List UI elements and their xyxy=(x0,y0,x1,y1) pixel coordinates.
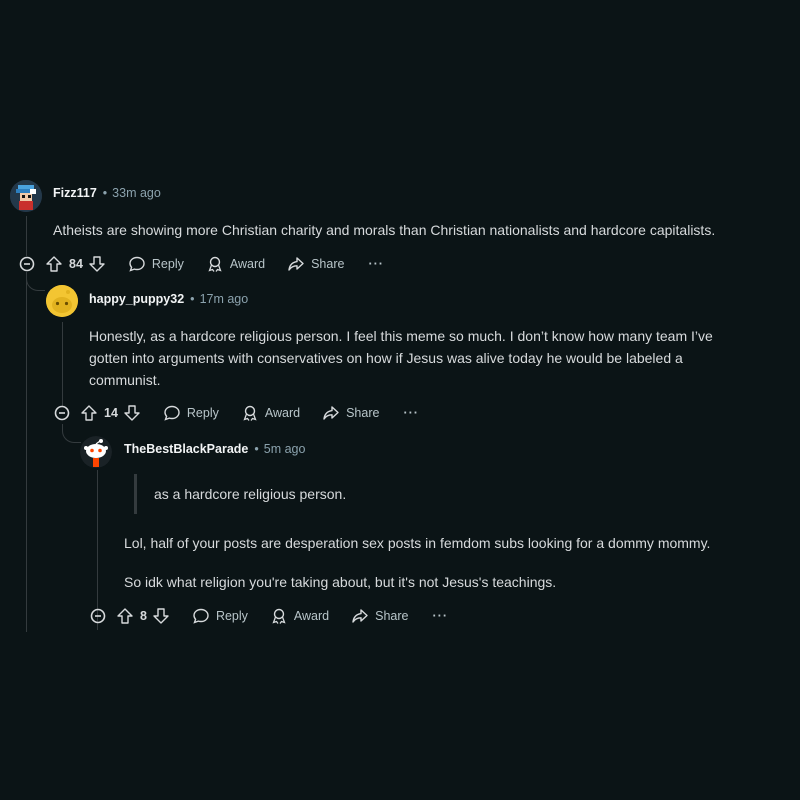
thread-line-level-1-lower[interactable] xyxy=(26,272,27,632)
vote-count: 14 xyxy=(104,406,118,420)
avatar[interactable] xyxy=(80,436,112,468)
share-arrow-icon xyxy=(323,406,339,420)
comment-meta: Fizz117 • 33m ago xyxy=(53,186,161,200)
award-label: Award xyxy=(229,257,266,271)
comment-body: Lol, half of your posts are desperation … xyxy=(124,532,794,593)
comment-text: Atheists are showing more Christian char… xyxy=(53,222,716,238)
comment-meta: happy_puppy32 • 17m ago xyxy=(89,292,248,306)
share-button[interactable]: Share xyxy=(322,404,379,422)
award-label: Award xyxy=(264,406,301,420)
comment-action-bar: 84 Reply Award Share ··· xyxy=(19,252,384,276)
comment-paragraph: Lol, half of your posts are desperation … xyxy=(124,535,711,551)
thread-line-level-2[interactable] xyxy=(62,322,63,406)
comment-thread: Fizz117 • 33m ago Atheists are showing m… xyxy=(0,0,800,800)
comment-meta: TheBestBlackParade • 5m ago xyxy=(124,442,305,456)
collapse-button[interactable] xyxy=(19,256,35,272)
share-label: Share xyxy=(346,406,380,420)
comment-action-bar: 8 Reply Award Share ··· xyxy=(90,604,448,628)
collapse-button[interactable] xyxy=(90,608,106,624)
reply-label: Reply xyxy=(186,406,219,420)
upvote-arrow-icon[interactable] xyxy=(116,607,134,625)
blockquote: as a hardcore religious person. xyxy=(134,474,346,514)
thread-line-level-1[interactable] xyxy=(26,216,27,256)
default-snoo-avatar-icon xyxy=(80,436,112,468)
separator-dot: • xyxy=(190,292,195,306)
award-button[interactable]: Award xyxy=(241,404,300,422)
share-arrow-icon xyxy=(288,257,304,271)
reply-button[interactable]: Reply xyxy=(128,255,184,273)
award-icon xyxy=(272,608,286,624)
reply-label: Reply xyxy=(215,609,248,623)
reply-label: Reply xyxy=(151,257,184,271)
share-arrow-icon xyxy=(352,609,368,623)
award-label: Award xyxy=(293,609,330,623)
separator-dot: • xyxy=(254,442,259,456)
author-name[interactable]: happy_puppy32 xyxy=(89,292,184,306)
quote-text: as a hardcore religious person. xyxy=(154,486,347,502)
collapse-minus-icon xyxy=(90,608,106,624)
collapse-minus-icon xyxy=(54,405,70,421)
avatar[interactable] xyxy=(10,180,42,212)
collapse-button[interactable] xyxy=(54,405,70,421)
vote-control: 14 xyxy=(80,404,141,422)
avatar[interactable] xyxy=(46,285,78,317)
award-icon xyxy=(208,256,222,272)
thread-elbow-level-3 xyxy=(62,424,81,443)
downvote-arrow-icon[interactable] xyxy=(123,404,141,422)
collapse-minus-icon xyxy=(19,256,35,272)
comment-text-line: Honestly, as a hardcore religious person… xyxy=(89,328,713,344)
vote-control: 84 xyxy=(45,255,106,273)
comment-timestamp[interactable]: 33m ago xyxy=(112,186,161,200)
reply-bubble-icon xyxy=(129,256,145,272)
author-name[interactable]: TheBestBlackParade xyxy=(124,442,248,456)
comment-body: Honestly, as a hardcore religious person… xyxy=(89,325,794,391)
vote-count: 8 xyxy=(140,609,147,623)
author-name[interactable]: Fizz117 xyxy=(53,186,97,200)
share-button[interactable]: Share xyxy=(287,255,344,273)
downvote-arrow-icon[interactable] xyxy=(152,607,170,625)
separator-dot: • xyxy=(102,186,108,200)
award-button[interactable]: Award xyxy=(270,607,329,625)
comment-text-line: gotten into arguments with conservatives… xyxy=(89,350,683,366)
comment-text-line: communist. xyxy=(89,372,161,388)
more-options-button[interactable]: ··· xyxy=(433,609,449,623)
share-label: Share xyxy=(311,257,345,271)
upvote-arrow-icon[interactable] xyxy=(80,404,98,422)
comment-body: Atheists are showing more Christian char… xyxy=(53,219,793,241)
comment-action-bar: 14 Reply Award Share ··· xyxy=(54,401,419,425)
pixel-character-avatar-icon xyxy=(10,180,42,212)
more-options-button[interactable]: ··· xyxy=(368,257,384,271)
upvote-arrow-icon[interactable] xyxy=(45,255,63,273)
share-label: Share xyxy=(375,609,409,623)
award-icon xyxy=(243,405,257,421)
share-button[interactable]: Share xyxy=(351,607,409,625)
yellow-snoo-avatar-icon xyxy=(46,285,78,317)
reply-button[interactable]: Reply xyxy=(163,404,219,422)
more-options-button[interactable]: ··· xyxy=(403,406,419,420)
downvote-arrow-icon[interactable] xyxy=(88,255,106,273)
comment-timestamp[interactable]: 5m ago xyxy=(264,442,306,456)
reply-bubble-icon xyxy=(164,405,180,421)
comment-paragraph: So idk what religion you're taking about… xyxy=(124,574,557,590)
award-button[interactable]: Award xyxy=(206,255,265,273)
comment-timestamp[interactable]: 17m ago xyxy=(200,292,249,306)
reply-bubble-icon xyxy=(193,608,209,624)
vote-count: 84 xyxy=(69,257,83,271)
vote-control: 8 xyxy=(116,607,170,625)
reply-button[interactable]: Reply xyxy=(192,607,248,625)
